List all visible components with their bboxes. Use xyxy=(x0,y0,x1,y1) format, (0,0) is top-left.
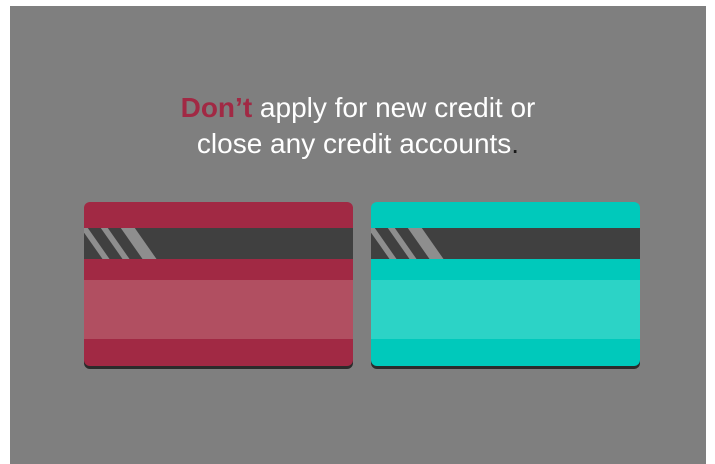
credit-card-red xyxy=(84,202,353,366)
magnetic-stripe xyxy=(84,228,353,259)
headline-period: . xyxy=(511,128,520,159)
magnetic-stripe xyxy=(371,228,640,259)
headline-line-2-text: close any credit accounts xyxy=(196,128,512,159)
headline-line-1: Don’t apply for new credit or xyxy=(10,90,706,126)
credit-card-teal xyxy=(371,202,640,366)
card-panel xyxy=(371,280,640,339)
headline-line-2: close any credit accounts. xyxy=(10,126,706,162)
headline: Don’t apply for new credit or close any … xyxy=(10,90,706,162)
headline-emphasis: Don’t xyxy=(180,92,253,123)
headline-line-1-text: apply for new credit or xyxy=(252,92,536,123)
card-panel xyxy=(84,280,353,339)
slide-background: Don’t apply for new credit or close any … xyxy=(10,6,706,464)
